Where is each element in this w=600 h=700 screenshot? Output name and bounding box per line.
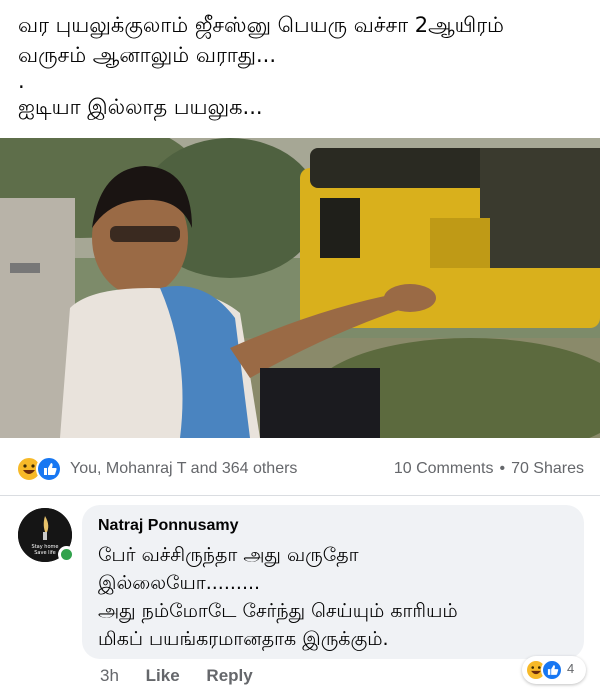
comment-reaction-count: 4 — [567, 661, 575, 676]
like-button[interactable]: Like — [146, 666, 180, 685]
post-text-line: ஐடியா இல்லாத பயலுக... — [18, 95, 263, 119]
comment-text-line: மிகப் பயங்கரமானதாக இருக்கும். — [98, 628, 389, 650]
reply-button[interactable]: Reply — [206, 666, 252, 685]
online-status-icon — [58, 546, 75, 563]
comment-text-line: இல்லையோ......... — [98, 572, 261, 594]
divider — [0, 495, 600, 496]
post-photo[interactable] — [0, 138, 600, 438]
comments-count[interactable]: 10 Comments — [394, 460, 494, 477]
comment-text-line: பேர் வச்சிருந்தா அது வருதோ — [98, 544, 359, 566]
like-icon — [541, 659, 563, 681]
reaction-names[interactable]: You, Mohanraj T and 364 others — [70, 460, 297, 478]
comment-reactions[interactable]: 4 — [522, 656, 586, 684]
post-text-line: . — [18, 69, 25, 93]
separator: • — [499, 460, 506, 477]
post-text: வர புயலுக்குலாம் ஜீசஸ்னு பெயரு வச்சா 2ஆய… — [18, 10, 588, 122]
comment-bubble: Natraj Ponnusamy பேர் வச்சிருந்தா அது வர… — [82, 505, 584, 659]
reaction-icons[interactable] — [16, 456, 68, 482]
post-text-line: வர புயலுக்குலாம் ஜீசஸ்னு பெயரு வச்சா 2ஆய… — [18, 13, 504, 37]
post-text-line: வருசம் ஆனாலும் வராது... — [18, 43, 277, 67]
like-icon — [36, 456, 62, 482]
comment-text: பேர் வச்சிருந்தா அது வருதோ இல்லையோ......… — [98, 541, 568, 653]
comment-text-line: அது நம்மோடே சேர்ந்து செய்யும் காரியம் — [98, 600, 458, 622]
engagement-counts: 10 Comments • 70 Shares — [394, 460, 584, 478]
comment-actions: 3h Like Reply — [100, 666, 275, 686]
meme-image — [0, 138, 600, 438]
avatar-text: Save life — [34, 550, 55, 556]
comment-author[interactable]: Natraj Ponnusamy — [98, 515, 568, 537]
shares-count[interactable]: 70 Shares — [511, 460, 584, 477]
reactions-bar: You, Mohanraj T and 364 others 10 Commen… — [0, 448, 600, 488]
comment-time[interactable]: 3h — [100, 666, 119, 685]
